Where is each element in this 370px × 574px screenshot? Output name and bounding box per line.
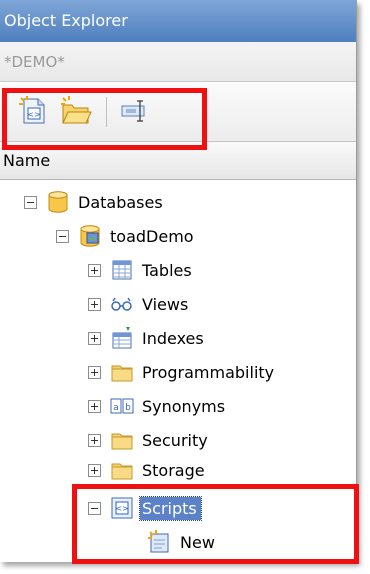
object-explorer-panel: Object Explorer *DEMO* <> Name Databases… — [0, 0, 357, 562]
tree-node-label: Views — [142, 294, 189, 314]
tree-node-label: Synonyms — [142, 396, 226, 416]
toolbar-highlight — [2, 88, 207, 150]
tree-node-label: Indexes — [142, 328, 204, 348]
expand-icon[interactable] — [88, 331, 101, 345]
tree-node-views[interactable]: Views — [88, 287, 192, 321]
tree-node-indexes[interactable]: Indexes — [88, 321, 208, 355]
tree-node-storage[interactable]: Storage — [88, 453, 209, 487]
tree-node-databases[interactable]: Databases — [24, 185, 167, 219]
panel-title: Object Explorer — [0, 0, 356, 42]
svg-text:b: b — [125, 403, 131, 413]
tree-node-label: Security — [142, 430, 208, 450]
view-icon — [111, 297, 132, 311]
tree-node-tables[interactable]: Tables — [88, 253, 196, 287]
tree-node-synonyms[interactable]: a b Synonyms — [88, 389, 229, 423]
collapse-icon[interactable] — [56, 229, 69, 243]
index-icon — [112, 327, 132, 349]
expand-icon[interactable] — [88, 297, 101, 311]
tree-node-label: Databases — [78, 192, 163, 212]
tree-node-label: Storage — [142, 460, 205, 480]
expand-icon[interactable] — [88, 399, 101, 413]
tree-node-label: Programmability — [142, 362, 275, 382]
tree-node-label: toadDemo — [110, 226, 194, 246]
expand-icon[interactable] — [88, 365, 101, 379]
svg-text:a: a — [113, 403, 119, 413]
scripts-highlight — [72, 484, 359, 564]
expand-icon[interactable] — [88, 463, 101, 477]
tree-node-programmability[interactable]: Programmability — [88, 355, 278, 389]
synonym-icon: a b — [110, 398, 134, 414]
tree-node-label: Tables — [142, 260, 192, 280]
database-icon — [48, 191, 68, 213]
expand-icon[interactable] — [88, 263, 101, 277]
table-icon — [112, 260, 132, 280]
connection-label[interactable]: *DEMO* — [0, 42, 356, 82]
database-instance-icon — [80, 225, 100, 247]
folder-icon — [111, 463, 133, 480]
collapse-icon[interactable] — [24, 195, 37, 209]
expand-icon[interactable] — [88, 433, 101, 447]
tree-node-security[interactable]: Security — [88, 423, 212, 457]
folder-icon — [111, 433, 133, 450]
folder-icon — [111, 365, 133, 382]
tree-node-toaddemo[interactable]: toadDemo — [56, 219, 198, 253]
